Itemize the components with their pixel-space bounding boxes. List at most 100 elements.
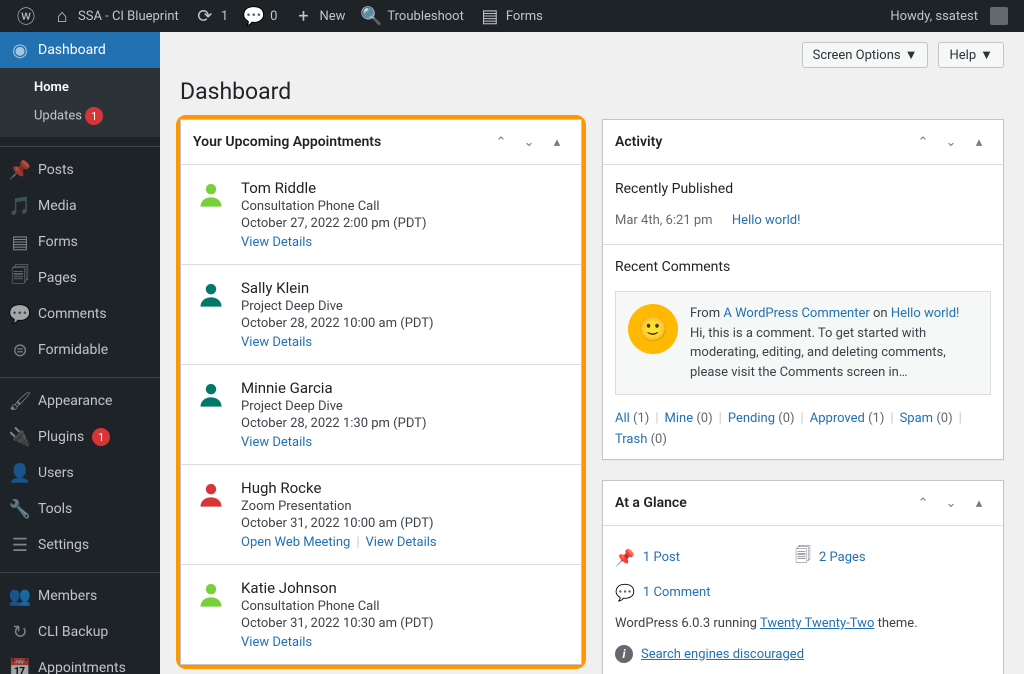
wp-version-line: WordPress 6.0.3 running Twenty Twenty-Tw… — [615, 608, 991, 639]
person-icon — [197, 581, 227, 650]
filter-approved[interactable]: Approved — [810, 411, 865, 426]
filter-pending[interactable]: Pending — [728, 411, 775, 426]
filter-spam[interactable]: Spam — [900, 411, 934, 426]
appointment-link[interactable]: View Details — [366, 535, 437, 550]
filter-all[interactable]: All — [615, 411, 630, 426]
appearance-label: Appearance — [38, 393, 112, 409]
users-icon: 👤 — [10, 463, 30, 483]
sidebar-item-posts[interactable]: 📌Posts — [0, 152, 160, 188]
sidebar-item-users[interactable]: 👤Users — [0, 455, 160, 491]
from-label: From — [690, 306, 720, 321]
help-button[interactable]: Help ▼ — [938, 42, 1004, 68]
widget-toggle-button[interactable]: ▴ — [967, 130, 991, 154]
posts-label: Posts — [38, 162, 74, 178]
comments-count-link[interactable]: 1 Comment — [643, 585, 711, 600]
widget-down-button[interactable]: ⌄ — [939, 130, 963, 154]
sidebar-item-appearance[interactable]: 🖌Appearance — [0, 383, 160, 419]
publish-meta: Mar 4th, 6:21 pm — [615, 213, 713, 228]
on-post-link[interactable]: Hello world! — [891, 306, 960, 321]
forms[interactable]: ▤Forms — [472, 0, 551, 32]
sidebar-item-comments[interactable]: 💬Comments — [0, 296, 160, 332]
theme-link[interactable]: Twenty Twenty-Two — [760, 616, 874, 631]
publish-link[interactable]: Hello world! — [732, 213, 801, 228]
chevron-down-icon: ▼ — [905, 47, 918, 63]
pages-count-link[interactable]: 2 Pages — [819, 550, 866, 565]
site-name-label: SSA - CI Blueprint — [78, 9, 179, 24]
appointment-time: October 28, 2022 10:00 am (PDT) — [241, 316, 434, 331]
sidebar-sub-updates[interactable]: Updates 1 — [0, 101, 160, 131]
formidable-icon: ⊜ — [10, 340, 30, 360]
appointment-link[interactable]: View Details — [241, 235, 312, 250]
chevron-down-icon: ▼ — [980, 47, 993, 63]
appointment-link[interactable]: View Details — [241, 635, 312, 650]
new-content[interactable]: +New — [285, 0, 353, 32]
sidebar-item-pages[interactable]: 🗐Pages — [0, 260, 160, 296]
troubleshoot-label: Troubleshoot — [387, 9, 463, 24]
members-icon: 👥 — [10, 586, 30, 606]
my-account[interactable]: Howdy, ssatest — [882, 0, 1016, 32]
appointment-links: Open Web Meeting | View Details — [241, 535, 437, 550]
widget-up-button[interactable]: ⌃ — [911, 130, 935, 154]
widget-down-button[interactable]: ⌄ — [939, 491, 963, 515]
widget-down-button[interactable]: ⌄ — [517, 130, 541, 154]
comments-count: 0 — [270, 9, 277, 24]
sidebar-item-formidable[interactable]: ⊜Formidable — [0, 332, 160, 368]
settings-icon: ☰ — [10, 535, 30, 555]
filter-mine[interactable]: Mine — [665, 411, 694, 426]
refresh[interactable]: ⟳1 — [187, 0, 236, 32]
pages-label: Pages — [38, 270, 77, 286]
sidebar-item-media[interactable]: 🎵Media — [0, 188, 160, 224]
appointments-label: Appointments — [38, 660, 126, 674]
seo-link[interactable]: Search engines discouraged — [641, 647, 804, 662]
site-name[interactable]: ⌂SSA - CI Blueprint — [44, 0, 187, 32]
appointment-item: Katie Johnson Consultation Phone Call Oc… — [181, 565, 581, 664]
content-topbar: Screen Options ▼ Help ▼ — [180, 32, 1004, 78]
plugins-label: Plugins — [38, 429, 84, 445]
admin-bar-right: Howdy, ssatest — [882, 0, 1016, 32]
widget-toggle-button[interactable]: ▴ — [545, 130, 569, 154]
appointment-name: Hugh Rocke — [241, 479, 437, 497]
widget-up-button[interactable]: ⌃ — [911, 491, 935, 515]
sidebar-item-settings[interactable]: ☰Settings — [0, 527, 160, 563]
person-icon — [197, 181, 227, 250]
sidebar-item-forms[interactable]: ▤Forms — [0, 224, 160, 260]
page-title: Dashboard — [180, 78, 1004, 105]
sidebar-item-tools[interactable]: 🔧Tools — [0, 491, 160, 527]
filter-trash[interactable]: Trash — [615, 432, 647, 447]
sidebar-item-cli-backup[interactable]: ↻ CLI Backup — [0, 614, 160, 650]
appointment-link[interactable]: Open Web Meeting — [241, 535, 350, 550]
comments-bubble[interactable]: 💬0 — [236, 0, 285, 32]
appointment-type: Project Deep Dive — [241, 299, 434, 314]
admin-bar: ⓦ ⌂SSA - CI Blueprint ⟳1 💬0 +New 🔍 Troubl… — [0, 0, 1024, 32]
person-icon — [197, 281, 227, 350]
search-icon: 🔍 — [361, 6, 381, 26]
upcoming-appointments-highlight: Your Upcoming Appointments ⌃ ⌄ ▴ Tom Rid… — [176, 115, 586, 669]
sidebar-item-plugins[interactable]: 🔌Plugins 1 — [0, 419, 160, 455]
troubleshoot[interactable]: 🔍 Troubleshoot — [353, 0, 471, 32]
widget-up-button[interactable]: ⌃ — [489, 130, 513, 154]
sidebar-item-appointments[interactable]: 📅Appointments — [0, 650, 160, 674]
commenter-link[interactable]: A WordPress Commenter — [723, 306, 869, 321]
wp-logo[interactable]: ⓦ — [8, 0, 44, 32]
sidebar-sub-home[interactable]: Home — [0, 74, 160, 101]
posts-count-link[interactable]: 1 Post — [643, 550, 680, 565]
appointment-item: Minnie Garcia Project Deep Dive October … — [181, 365, 581, 465]
updates-badge: 1 — [85, 107, 103, 125]
comments-label: Comments — [38, 306, 107, 322]
appointment-links: View Details — [241, 435, 426, 450]
appointment-links: View Details — [241, 235, 426, 250]
widget-toggle-button[interactable]: ▴ — [967, 491, 991, 515]
sidebar-item-members[interactable]: 👥Members — [0, 578, 160, 614]
appointment-link[interactable]: View Details — [241, 435, 312, 450]
forms-icon: ▤ — [10, 232, 30, 252]
appointment-name: Sally Klein — [241, 279, 434, 297]
backup-icon: ↻ — [10, 622, 30, 642]
person-icon — [197, 481, 227, 550]
glance-title: At a Glance — [615, 495, 687, 511]
recent-comments-heading: Recent Comments — [615, 255, 991, 283]
cli-backup-label: CLI Backup — [38, 624, 108, 640]
appointment-link[interactable]: View Details — [241, 335, 312, 350]
appointment-type: Consultation Phone Call — [241, 599, 434, 614]
sidebar-item-dashboard[interactable]: ◉Dashboard — [0, 32, 160, 68]
screen-options-button[interactable]: Screen Options ▼ — [802, 42, 929, 68]
